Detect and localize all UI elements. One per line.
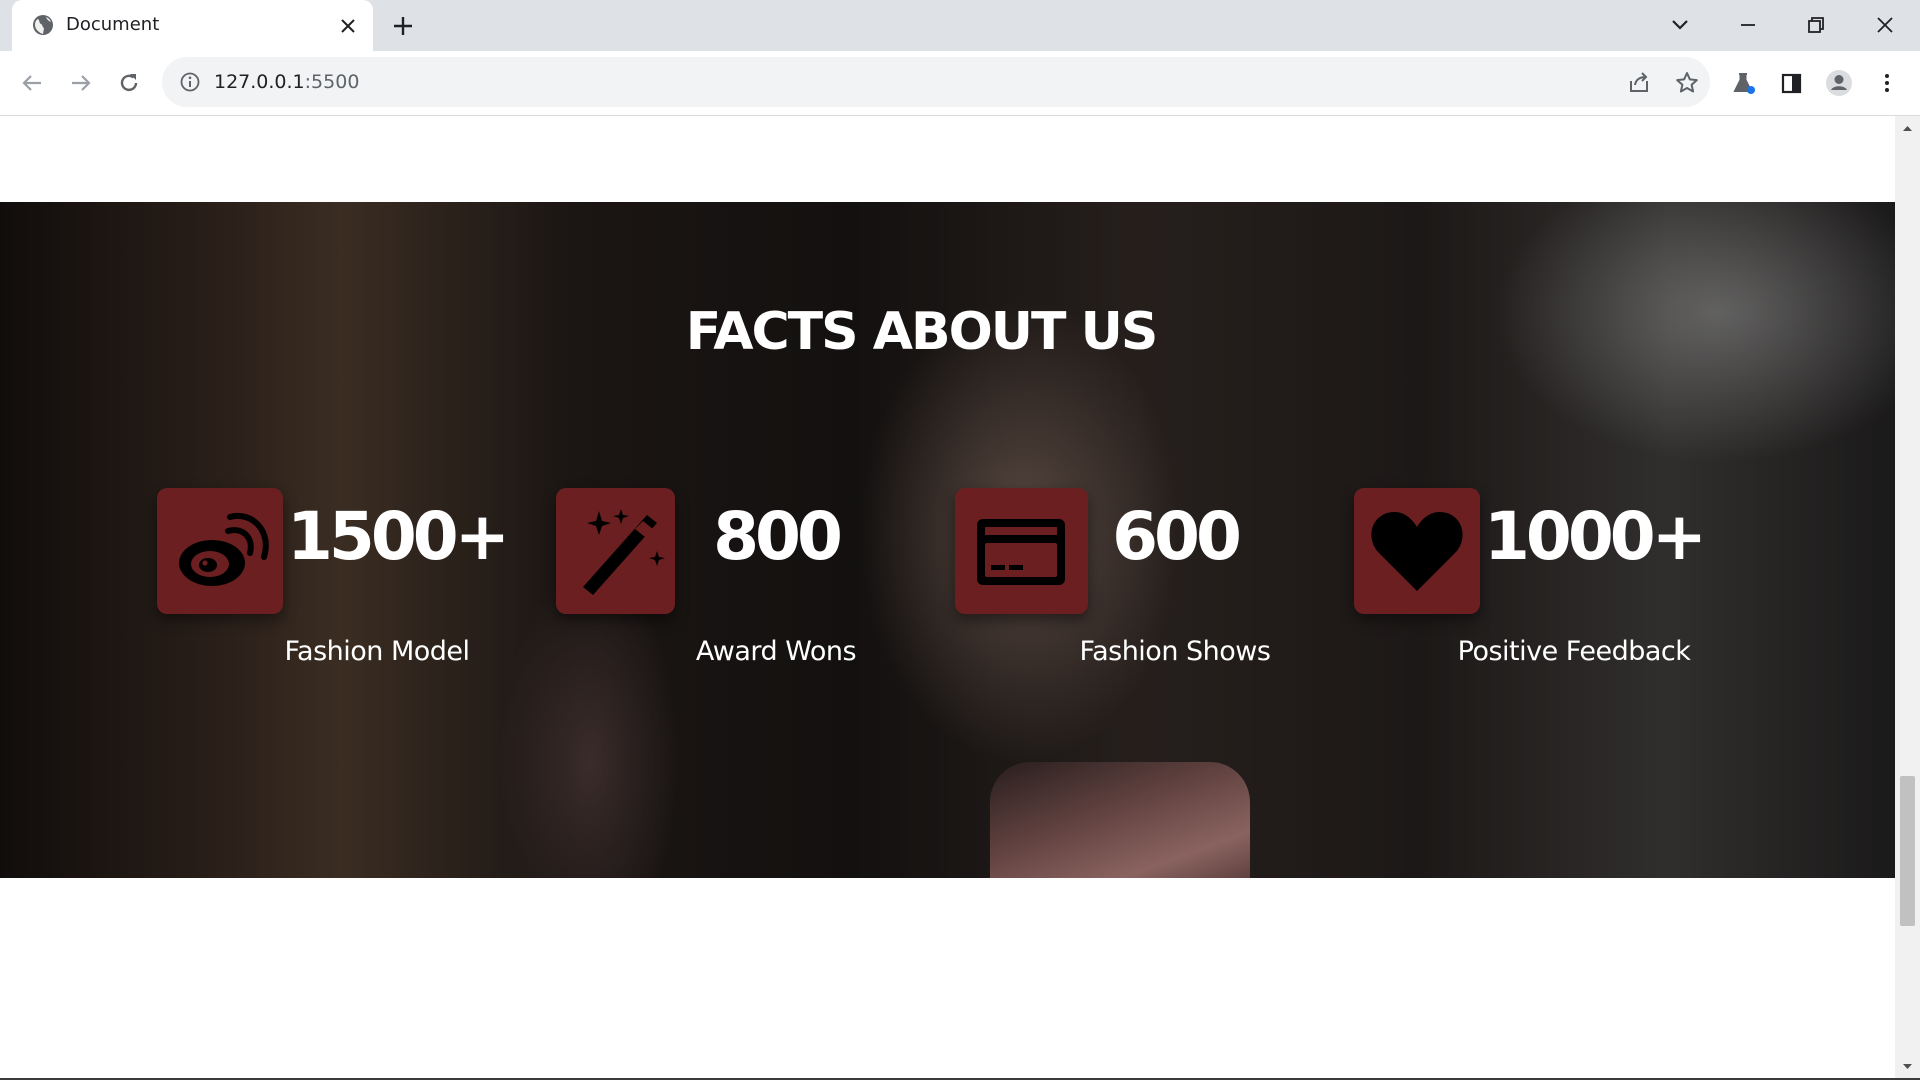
minimize-icon[interactable] (1733, 10, 1763, 40)
tab-title: Document (66, 14, 160, 35)
tab-strip: Document (0, 0, 1920, 51)
facts-title: FACTS ABOUT US (685, 302, 1159, 362)
fact-label: Positive Feedback (1457, 636, 1691, 667)
url-port: :5500 (304, 71, 360, 93)
fact-number: 1000+ (1484, 498, 1707, 575)
globe-icon (33, 15, 53, 35)
address-bar[interactable]: 127.0.0.1:5500 (162, 57, 1710, 107)
fact-card: 600 Fashion Shows (955, 488, 1315, 688)
weibo-icon (179, 512, 269, 586)
browser-tab[interactable]: Document (12, 0, 373, 51)
fact-label: Award Wons (695, 636, 857, 667)
labs-flask-icon[interactable] (1728, 68, 1758, 98)
profile-avatar-icon[interactable] (1824, 68, 1854, 98)
close-tab-icon[interactable] (337, 15, 359, 37)
credit-card-icon (977, 519, 1065, 585)
fact-number: 1500+ (287, 498, 510, 575)
url-text: 127.0.0.1:5500 (214, 71, 359, 93)
menu-kebab-icon[interactable] (1872, 68, 1902, 98)
restore-icon[interactable] (1801, 10, 1831, 40)
fact-icon-box (1354, 488, 1480, 614)
new-tab-icon[interactable] (390, 13, 416, 39)
site-info-icon[interactable] (179, 71, 201, 93)
browser-toolbar: 127.0.0.1:5500 (0, 51, 1920, 116)
page-scrollbar[interactable] (1895, 116, 1920, 1078)
fact-card: 800 Award Wons (556, 488, 916, 688)
scrollbar-thumb[interactable] (1900, 776, 1915, 926)
tab-search-chevron-icon[interactable] (1665, 10, 1695, 40)
fact-number: 600 (1112, 498, 1242, 575)
background-photo-detail (990, 762, 1250, 878)
bookmark-star-icon[interactable] (1673, 69, 1701, 97)
fact-icon-box (955, 488, 1088, 614)
back-arrow-icon[interactable] (17, 68, 47, 98)
share-icon[interactable] (1625, 69, 1653, 97)
facts-section: FACTS ABOUT US 1500+ Fashion Model 800 A… (0, 202, 1895, 878)
scroll-down-arrow-icon[interactable] (1901, 1060, 1914, 1073)
side-panel-icon[interactable] (1776, 68, 1806, 98)
fact-card: 1000+ Positive Feedback (1354, 488, 1714, 688)
page-viewport: FACTS ABOUT US 1500+ Fashion Model 800 A… (0, 116, 1895, 1078)
fact-card: 1500+ Fashion Model (157, 488, 517, 688)
fact-label: Fashion Shows (1079, 636, 1271, 667)
fact-icon-box (556, 488, 675, 614)
heart-icon (1371, 511, 1463, 591)
forward-arrow-icon[interactable] (66, 68, 96, 98)
fact-number: 800 (713, 498, 843, 575)
fact-icon-box (157, 488, 283, 614)
window-close-icon[interactable] (1870, 10, 1900, 40)
magic-wand-icon (583, 509, 665, 595)
fact-label: Fashion Model (284, 636, 470, 667)
scroll-up-arrow-icon[interactable] (1901, 122, 1914, 135)
url-host: 127.0.0.1 (214, 71, 305, 93)
reload-icon[interactable] (114, 68, 144, 98)
